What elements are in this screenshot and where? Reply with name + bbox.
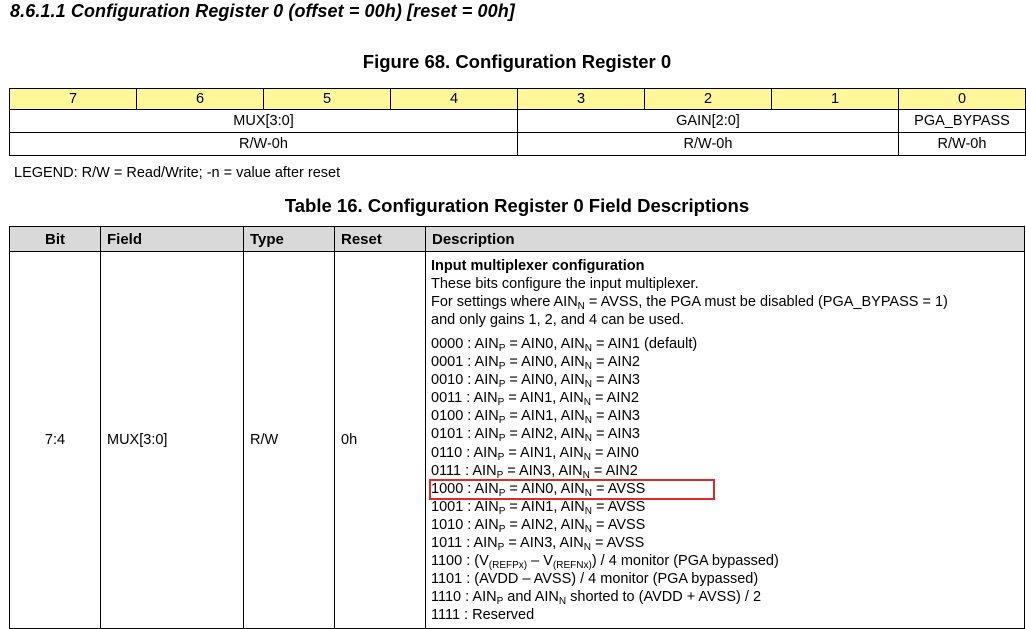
bit-number: 4 (390, 88, 518, 110)
header-description: Description (425, 226, 1025, 252)
bit-number: 0 (898, 88, 1026, 110)
mux-option-text: 0101 : AINP = AIN2, AINN = AIN3 (431, 426, 640, 445)
bit-number: 3 (517, 88, 645, 110)
field-gain: GAIN[2:0] (517, 109, 899, 133)
register-field-row: MUX[3:0] GAIN[2:0] PGA_BYPASS (9, 109, 1026, 133)
table-row: 7:4 MUX[3:0] R/W 0h Input multiplexer co… (9, 250, 1025, 629)
mux-option-text: 0000 : AINP = AIN0, AINN = AIN1 (default… (431, 336, 698, 354)
field-mux: MUX[3:0] (9, 109, 518, 133)
header-field: Field (100, 226, 244, 252)
cell-description: Input multiplexer configuration These bi… (425, 250, 1025, 629)
mux-option-1000: 1000 : AINP = AIN0, AINN = AVSS (428, 478, 1018, 500)
mux-option-text: 0100 : AINP = AIN1, AINN = AIN3 (431, 408, 640, 427)
description-line: and only gains 1, 2, and 4 can be used. (431, 312, 685, 328)
cell-field: MUX[3:0] (100, 250, 244, 629)
mux-option-text: 0011 : AINP = AIN1, AINN = AIN2 (431, 390, 639, 409)
access-mux: R/W-0h (9, 132, 518, 156)
mux-option-1011: 1011 : AINP = AIN3, AINN = AVSS (431, 534, 1018, 553)
mux-option-text: 0001 : AINP = AIN0, AINN = AIN2 (431, 354, 640, 373)
cell-bit: 7:4 (9, 250, 101, 629)
mux-option-0001: 0001 : AINP = AIN0, AINN = AIN2 (431, 353, 1018, 373)
mux-option-1101: 1101 : (AVDD – AVSS) / 4 monitor (PGA by… (431, 571, 759, 588)
cell-type: R/W (243, 250, 335, 629)
register-access-row: R/W-0h R/W-0h R/W-0h (9, 132, 1026, 156)
mux-option-text: 1010 : AINP = AIN2, AINN = AVSS (431, 516, 646, 535)
mux-option-text: 0110 : AINP = AIN1, AINN = AIN0 (431, 444, 639, 463)
register-diagram: 7 6 5 4 3 2 1 0 MUX[3:0] GAIN[2:0] PGA_B… (9, 88, 1026, 156)
mux-option-0011: 0011 : AINP = AIN1, AINN = AIN2 (431, 389, 1018, 409)
description-line: For settings where AINN = AVSS, the PGA … (431, 294, 948, 312)
mux-option-0110: 0110 : AINP = AIN1, AINN = AIN0 (431, 444, 1018, 463)
figure-title: Figure 68. Configuration Register 0 (362, 51, 672, 72)
mux-option-0010: 0010 : AINP = AIN0, AINN = AIN3 (431, 371, 1018, 391)
field-description-table: Bit Field Type Reset Description 7:4 MUX… (9, 226, 1025, 629)
mux-option-text: 0010 : AINP = AIN0, AINN = AIN3 (431, 372, 640, 391)
header-type: Type (243, 226, 335, 252)
mux-option-0101: 0101 : AINP = AIN2, AINN = AIN3 (431, 425, 1018, 445)
bit-number: 6 (136, 88, 264, 110)
mux-option-text: 1001 : AINP = AIN1, AINN = AVSS (431, 498, 646, 517)
mux-option-text: 0111 : AINP = AIN3, AINN = AIN2 (431, 462, 638, 481)
description-title: Input multiplexer configuration (431, 258, 645, 274)
mux-option-1110: 1110 : AINP and AINN shorted to (AVDD + … (431, 589, 762, 608)
highlight-box: 1000 : AINP = AIN0, AINN = AVSS (428, 478, 716, 500)
access-gain: R/W-0h (517, 132, 899, 156)
mux-options-list: 0000 : AINP = AIN0, AINN = AIN1 (default… (428, 335, 1018, 624)
bit-number: 5 (263, 88, 391, 110)
bit-number: 1 (771, 88, 899, 110)
table-title: Table 16. Configuration Register 0 Field… (284, 195, 750, 216)
mux-option-0111: 0111 : AINP = AIN3, AINN = AIN2 (431, 462, 1018, 481)
mux-option-1100: 1100 : (V(REFPx) – V(REFNx)) / 4 monitor… (431, 553, 779, 572)
field-pga-bypass: PGA_BYPASS (898, 109, 1026, 133)
section-heading: 8.6.1.1 Configuration Register 0 (offset… (10, 1, 515, 21)
legend: LEGEND: R/W = Read/Write; -n = value aft… (14, 165, 341, 181)
bit-number: 7 (9, 88, 137, 110)
access-pga-bypass: R/W-0h (898, 132, 1026, 156)
mux-option-1111: 1111 : Reserved (431, 607, 535, 624)
cell-reset: 0h (334, 250, 426, 629)
mux-option-0000: 0000 : AINP = AIN0, AINN = AIN1 (default… (431, 335, 1018, 354)
register-bit-row: 7 6 5 4 3 2 1 0 (9, 88, 1026, 110)
mux-option-1001: 1001 : AINP = AIN1, AINN = AVSS (431, 498, 1018, 517)
header-reset: Reset (334, 226, 426, 252)
mux-option-1010: 1010 : AINP = AIN2, AINN = AVSS (431, 516, 1018, 535)
bit-number: 2 (644, 88, 772, 110)
table-header-row: Bit Field Type Reset Description (9, 226, 1025, 252)
description-line: These bits configure the input multiplex… (431, 276, 699, 292)
mux-option-text: 1011 : AINP = AIN3, AINN = AVSS (431, 534, 645, 553)
mux-option-0100: 0100 : AINP = AIN1, AINN = AIN3 (431, 407, 1018, 427)
header-bit: Bit (9, 226, 101, 252)
